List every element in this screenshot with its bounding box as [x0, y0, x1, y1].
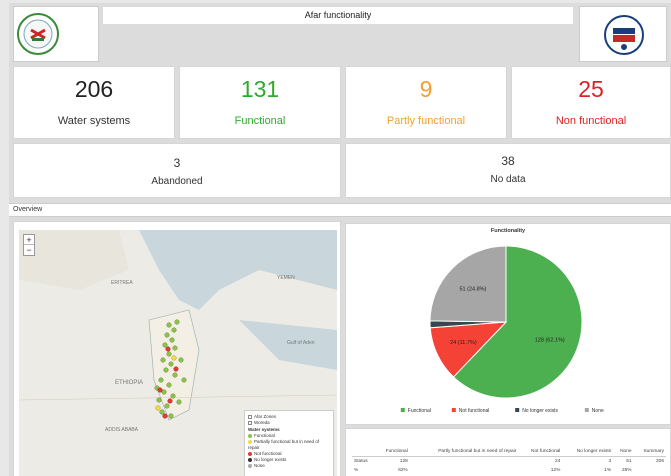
checkbox-icon — [248, 420, 252, 425]
non-functional-count: 25 — [578, 76, 604, 102]
column-header: Summary — [633, 447, 666, 457]
legend-entry[interactable]: Not functional — [459, 408, 490, 414]
column-header — [352, 447, 376, 457]
legend-layer-woreda[interactable]: Woreda — [248, 420, 330, 426]
legend-entry[interactable]: No longer exists — [522, 408, 558, 414]
pie-data-label: 128 (62.1%) — [535, 338, 565, 344]
page-title: Afar functionality — [103, 7, 573, 24]
overview-section-header: Overview — [9, 203, 671, 217]
column-header: Functional — [375, 447, 410, 457]
functionality-pie-chart: 128 (62.1%) 24 (11.7%) 51 (24.8%) Functiona… — [400, 245, 604, 414]
table-cell — [634, 466, 666, 475]
afar-bureau-logo — [13, 6, 99, 62]
legend-entry[interactable]: Functional — [408, 408, 431, 414]
map-panel: ERITREA YEMEN Gulf of Aden ETHIOPIA ADDI… — [13, 221, 341, 476]
legend-swatch — [584, 408, 589, 412]
legend-swatch — [400, 408, 405, 412]
pie-data-label: 24 (11.7%) — [450, 340, 477, 346]
column-header: Not functional — [518, 447, 563, 457]
water-systems-label: Water systems — [57, 115, 131, 127]
abandoned-count: 3 — [173, 156, 181, 170]
table-row: Status 128 24 3 51 206 — [352, 457, 666, 467]
water-systems-count: 206 — [74, 76, 114, 102]
legend-entry[interactable]: None — [592, 408, 604, 414]
map-canvas[interactable]: ERITREA YEMEN Gulf of Aden ETHIOPIA ADDI… — [19, 230, 337, 476]
functional-card: 131 Functional — [179, 66, 341, 139]
water-systems-card: 206 Water systems — [13, 66, 175, 139]
table-cell: 206 — [655, 459, 664, 464]
map-legend: Afar Zones Woreda Water systems Function… — [244, 410, 334, 476]
abandoned-label: Abandoned — [151, 176, 203, 187]
legend-swatch — [515, 408, 520, 412]
partly-functional-card: 9 Partly functional — [345, 66, 507, 139]
table-cell: 12% — [550, 468, 561, 473]
column-header: No longer exists — [562, 447, 614, 457]
table-cell: 3 — [608, 459, 612, 464]
functional-count: 131 — [240, 76, 280, 102]
black-dot-icon — [248, 457, 252, 462]
table-cell: 24 — [555, 459, 561, 464]
table-cell: % — [354, 468, 359, 473]
zoom-in-button[interactable]: + — [24, 235, 34, 245]
table-cell — [410, 457, 519, 467]
legend-item-partial: Partially functional but in need of repa… — [248, 439, 320, 450]
header: Afar functionality — [9, 3, 671, 63]
summary-table: Functional Partly functional but in need… — [352, 447, 666, 475]
usaid-logo — [579, 6, 667, 62]
table-cell: 128 — [399, 459, 408, 464]
legend-item-none: None — [248, 463, 330, 469]
pie-data-label: 51 (24.8%) — [459, 286, 486, 292]
table-cell: 25% — [621, 468, 632, 473]
column-header: Partly functional but in need of repair — [409, 447, 519, 457]
green-dot-icon — [248, 433, 252, 438]
partly-functional-label: Partly functional — [386, 115, 466, 127]
table-header-row: Functional Partly functional but in need… — [352, 447, 666, 457]
functionality-chart-panel: Functionality 128 (62.1%) 24 (11.7%) 51 (2… — [345, 223, 671, 425]
non-functional-card: 25 Non functional — [511, 66, 671, 139]
table-cell — [410, 466, 519, 475]
red-dot-icon — [248, 451, 252, 456]
grey-dot-icon — [248, 463, 252, 468]
abandoned-card: 3 Abandoned — [13, 143, 341, 198]
no-data-card: 38 No data — [345, 143, 671, 198]
yellow-dot-icon — [248, 439, 252, 444]
summary-table-panel: Functional Partly functional but in need… — [345, 428, 671, 476]
zoom-out-button[interactable]: − — [24, 245, 34, 255]
table-row: % 62% 12% 1% 25% — [352, 466, 666, 475]
legend-swatch — [451, 408, 456, 412]
dashboard-page: Afar functionality 206 Water systems 131… — [9, 3, 671, 476]
pie-slice-none[interactable] — [429, 245, 507, 323]
no-data-label: No data — [490, 174, 526, 185]
table-cell: 62% — [398, 468, 408, 473]
table-cell: 1% — [604, 468, 612, 473]
table-cell: Status — [354, 459, 368, 464]
zoom-control: + − — [23, 234, 35, 256]
checkbox-icon — [248, 414, 252, 419]
non-functional-label: Non functional — [555, 115, 627, 127]
table-cell: 51 — [626, 459, 632, 464]
no-data-count: 38 — [501, 154, 515, 168]
column-header: None — [613, 447, 634, 457]
functional-label: Functional — [234, 115, 286, 127]
partly-functional-count: 9 — [419, 76, 433, 102]
